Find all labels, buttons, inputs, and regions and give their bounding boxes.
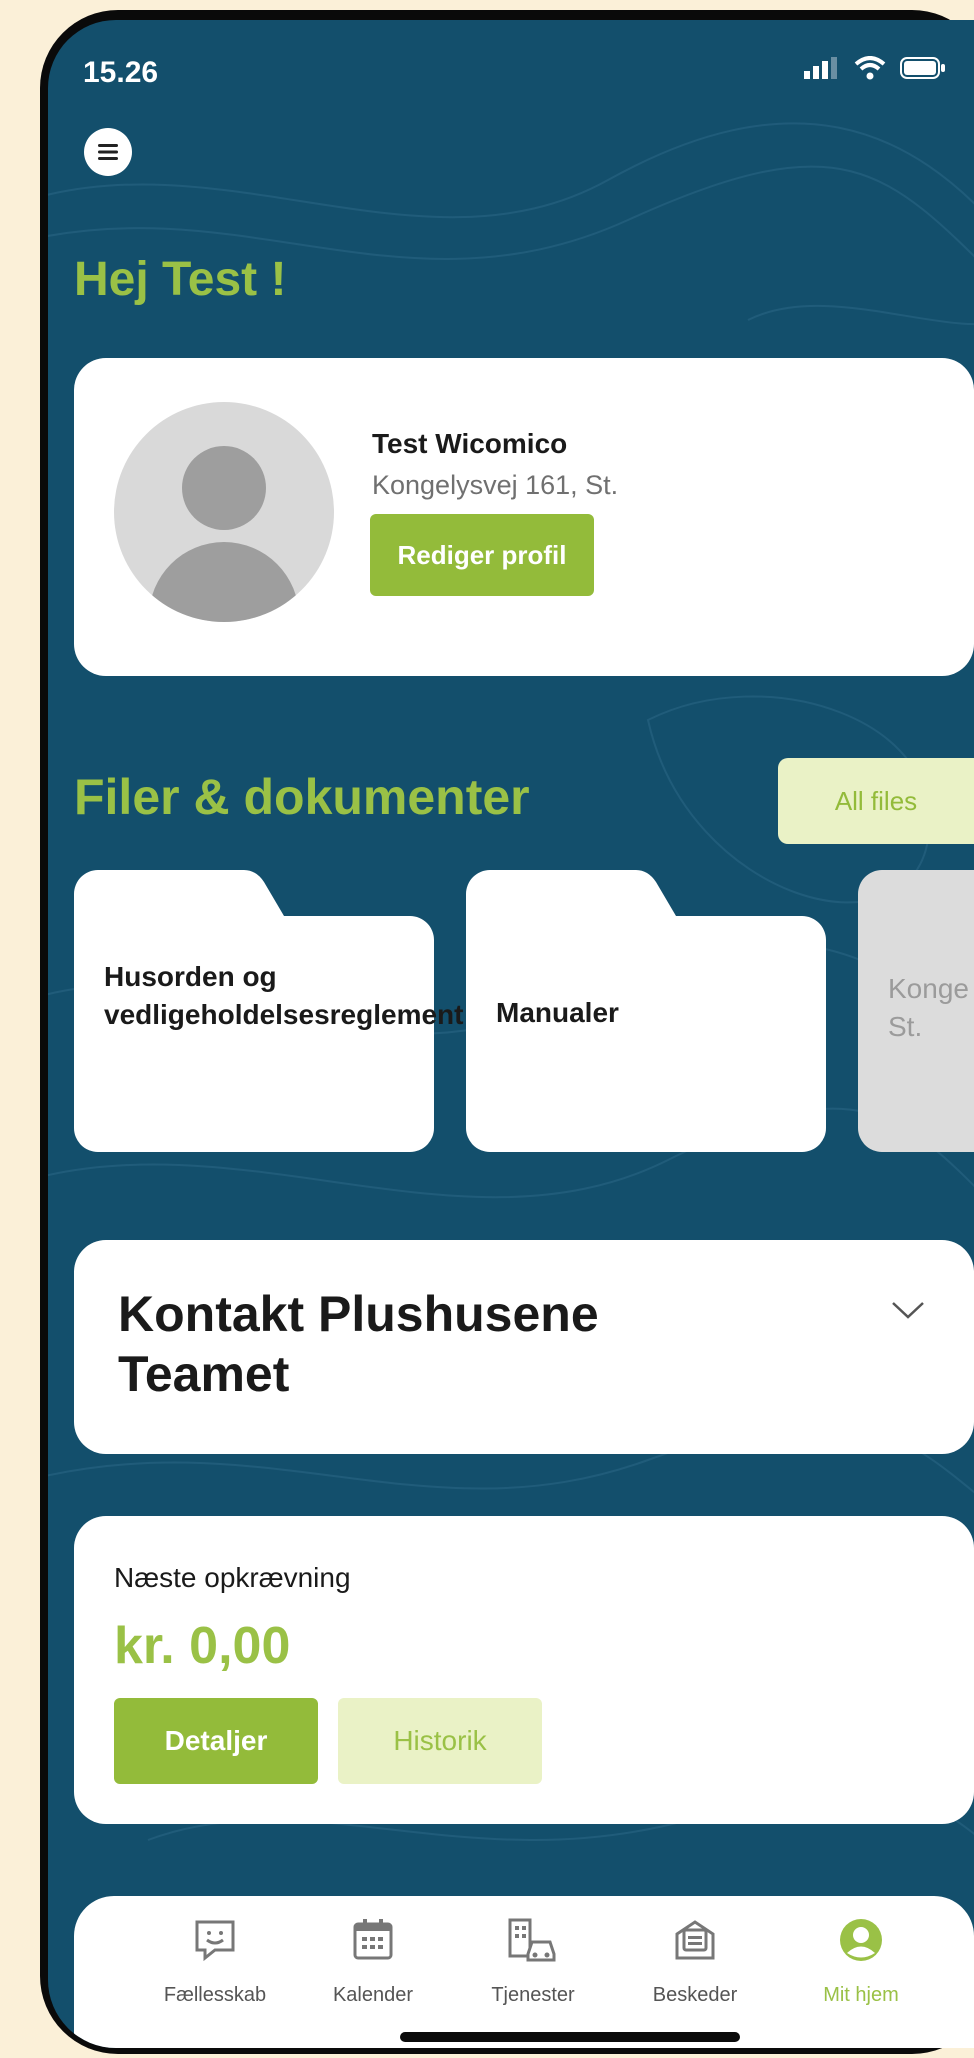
bottom-tab-bar: Fællesskab Kalender Tjenester Beskeder M… [74,1896,974,2048]
chat-smile-icon [195,1920,235,1962]
edit-profile-button[interactable]: Rediger profil [370,514,594,596]
user-circle-icon [840,1919,882,1961]
building-car-icon [508,1918,556,1962]
contact-title: Kontakt Plushusene Teamet [118,1286,599,1402]
history-button[interactable]: Historik [338,1698,542,1784]
tab-label: Beskeder [652,1984,738,2006]
tab-label: Mit hjem [823,1984,899,2006]
folder-card[interactable]: Husorden og vedligeholdelsesreglement [74,870,464,1152]
folder-label: Manualer [496,997,619,1028]
details-button[interactable]: Detaljer [114,1698,318,1784]
home-indicator [400,2032,740,2042]
contact-card[interactable]: Kontakt Plushusene Teamet [74,1240,974,1454]
battery-icon [900,57,945,79]
message-icon [675,1920,715,1960]
profile-card: Test Wicomico Kongelysvej 161, St. Redig… [74,358,974,676]
wifi-icon [854,56,886,80]
avatar [114,402,334,622]
status-icons [804,56,946,80]
tab-mit-hjem[interactable]: Mit hjem [786,1916,936,2007]
greeting-heading: Hej Test ! [74,253,287,306]
billing-card: Næste opkrævning kr. 0,00 Detaljer Histo… [74,1516,974,1824]
files-section-title: Filer & dokumenter [74,769,530,825]
tab-faellesskab[interactable]: Fællesskab [140,1916,290,2007]
calendar-icon [353,1919,393,1960]
profile-address: Kongelysvej 161, St. [372,470,619,500]
tab-kalender[interactable]: Kalender [298,1916,448,2007]
tab-label: Kalender [332,1984,414,2006]
charge-amount: kr. 0,00 [114,1617,291,1675]
folder-card[interactable]: Konge St. [858,870,974,1152]
hamburger-icon [98,144,118,160]
next-charge-label: Næste opkrævning [114,1562,351,1593]
menu-button[interactable] [84,128,132,176]
app-screen: 15.26 Hej Test ! Test Wicomico Kongelysv… [48,20,974,2048]
folder-label: Husorden og vedligeholdelsesreglement [104,961,464,1030]
tab-label: Fællesskab [163,1984,267,2006]
chevron-down-icon[interactable] [890,1300,926,1320]
folder-label: Konge St. [888,973,969,1042]
tab-beskeder[interactable]: Beskeder [620,1916,770,2007]
profile-name: Test Wicomico [372,428,568,459]
status-time: 15.26 [83,56,159,89]
signal-icon [804,57,837,79]
tab-tjenester[interactable]: Tjenester [458,1916,608,2007]
tab-label: Tjenester [491,1984,575,2006]
folder-card[interactable]: Manualer [466,870,826,1152]
all-files-button[interactable]: All files [778,758,974,844]
